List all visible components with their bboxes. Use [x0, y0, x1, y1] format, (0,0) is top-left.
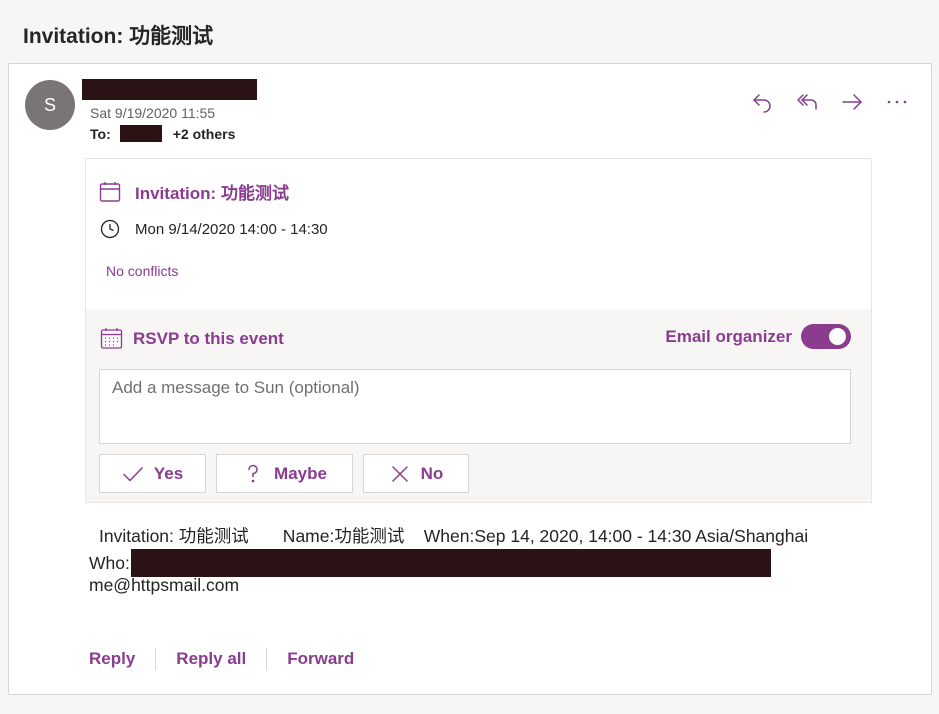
more-icon [887, 100, 907, 104]
to-label: To: [90, 125, 111, 142]
reply-button[interactable] [748, 88, 776, 116]
rsvp-maybe-label: Maybe [274, 463, 327, 483]
clock-icon [100, 219, 120, 239]
email-organizer-label: Email organizer [665, 326, 792, 346]
rsvp-message-input[interactable] [99, 369, 851, 444]
more-button[interactable] [883, 88, 911, 116]
others-link[interactable]: +2 others [173, 126, 236, 142]
invitation-title-row: Invitation: 功能测试 [99, 179, 289, 204]
message-actions [748, 88, 911, 116]
invitation-time: Mon 9/14/2020 14:00 - 14:30 [135, 220, 328, 238]
rsvp-panel: RSVP to this event Email organizer Yes [86, 309, 871, 502]
email-organizer-toggle[interactable] [801, 324, 851, 349]
recipients-line: To: +2 others [90, 125, 235, 142]
calendar-icon [99, 181, 121, 202]
conflicts-status[interactable]: No conflicts [106, 263, 178, 279]
rsvp-yes-label: Yes [153, 463, 184, 483]
rsvp-maybe-button[interactable]: Maybe [216, 454, 353, 493]
body-who-line: Who: [89, 549, 771, 577]
divider [266, 648, 268, 670]
body-email-line[interactable]: me@httpsmail.com [89, 575, 239, 596]
message-card: S Sat 9/19/2020 11:55 To: +2 others Invi… [8, 63, 932, 695]
attendees-redacted [130, 549, 771, 577]
who-label: Who: [89, 552, 130, 573]
rsvp-no-label: No [420, 463, 444, 483]
checkmark-icon [123, 466, 143, 481]
reply-all-button[interactable] [793, 88, 821, 116]
close-icon [391, 465, 408, 482]
page-title: Invitation: 功能测试 [23, 25, 214, 48]
rsvp-header: RSVP to this event [100, 327, 284, 350]
calendar-grid-icon [100, 328, 123, 349]
body-details-line: Invitation: 功能测试 Name:功能测试 When:Sep 14, … [99, 526, 809, 546]
avatar[interactable]: S [25, 80, 75, 130]
footer-actions: Reply Reply all Forward [89, 648, 354, 670]
reply-all-icon [797, 94, 817, 110]
reply-icon [753, 94, 771, 113]
message-date: Sat 9/19/2020 11:55 [90, 105, 216, 121]
forward-icon [842, 94, 862, 110]
footer-forward-link[interactable]: Forward [287, 649, 354, 669]
rsvp-no-button[interactable]: No [363, 454, 469, 493]
invitation-card: Invitation: 功能测试 Mon 9/14/2020 14:00 - 1… [85, 158, 872, 503]
sender-name-redacted[interactable] [82, 79, 257, 100]
invitation-time-row: Mon 9/14/2020 14:00 - 14:30 [100, 219, 328, 239]
recipient-redacted[interactable] [119, 125, 162, 142]
question-mark-icon [248, 464, 258, 482]
forward-button[interactable] [838, 88, 866, 116]
footer-reply-all-link[interactable]: Reply all [176, 649, 246, 669]
rsvp-label: RSVP to this event [133, 328, 284, 348]
invitation-title[interactable]: Invitation: 功能测试 [135, 179, 289, 204]
email-organizer-control: Email organizer [665, 324, 851, 349]
rsvp-yes-button[interactable]: Yes [99, 454, 206, 493]
footer-reply-link[interactable]: Reply [89, 649, 135, 669]
divider [155, 648, 157, 670]
toggle-knob [829, 328, 846, 345]
